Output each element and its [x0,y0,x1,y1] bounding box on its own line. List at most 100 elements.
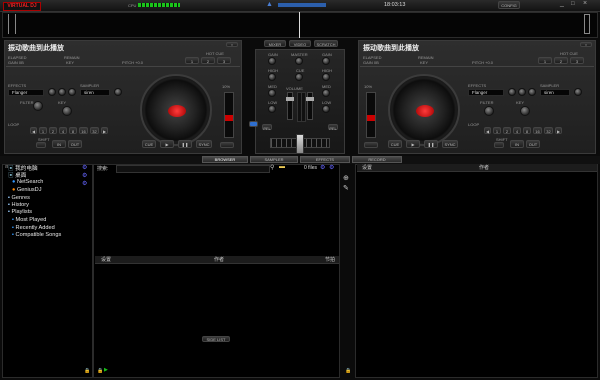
tree-item-geniusdj[interactable]: ● GeniusDJ [12,187,42,193]
side-list-button[interactable]: SIDE LIST [202,336,230,342]
deck-right-pitch-fader[interactable] [366,92,376,138]
deck-right-pitch-reset[interactable] [364,142,378,148]
status-lock-icon[interactable]: 🔒 [97,368,103,374]
tree-item-history[interactable]: ▪ History [8,202,29,208]
deck-left-sync-button[interactable]: SYNC [196,140,212,148]
deck-right-loop-out-button[interactable]: OUT [526,140,540,148]
deck-right-filter-knob[interactable] [484,106,494,116]
tree-favorite-icon[interactable]: ⚙ [82,180,87,187]
deck-right-effect-knob-3[interactable] [528,88,536,96]
deck-right-loop-8[interactable]: 8 [523,127,531,134]
mixer-med-right-knob[interactable] [322,89,330,97]
tab-browser[interactable]: BROWSER [202,156,248,163]
home-icon[interactable]: ▲ [266,1,273,8]
deck-right-loop-4[interactable]: 4 [513,127,521,134]
column-header-artist[interactable]: 作者 [214,256,224,263]
deck-left-hotcue-1[interactable]: 1 [185,57,199,64]
tree-item-most-played[interactable]: ▪ Most Played [12,217,46,223]
search-options-icon[interactable]: ⚲ [270,164,274,171]
deck-left-loop-16[interactable]: 16 [79,127,88,134]
deck-right-shift-button[interactable] [494,142,504,148]
tree-item-desktop[interactable]: ▣ 桌面 [8,171,26,179]
mixer-gain-right-knob[interactable] [322,57,330,65]
tree-item-genres[interactable]: ▪ Genres [8,195,30,201]
close-button[interactable]: × [583,0,587,7]
deck-right-loop-32[interactable]: 32 [544,127,553,134]
mixer-high-left-knob[interactable] [268,73,276,81]
deck-right-loop-2[interactable]: 2 [503,127,511,134]
deck-left-shift-button[interactable] [36,142,46,148]
deck-right-hotcue-2[interactable]: 2 [554,57,568,64]
deck-right-loop-next[interactable]: ▶ [555,127,562,134]
deck-right-sync-button[interactable]: SYNC [442,140,458,148]
deck-right-sampler-knob[interactable] [574,88,582,96]
deck-right-loop-16[interactable]: 16 [533,127,542,134]
file-list-option-1-icon[interactable]: ⚙ [320,164,325,171]
sidelist-column-title[interactable]: 设置 [362,164,372,171]
tree-lock-icon[interactable]: 🔒 [84,368,90,374]
deck-right-hotcue-3[interactable]: 3 [570,57,584,64]
deck-right-loop-in-button[interactable]: IN [510,140,524,148]
tab-scratch[interactable]: SCRATCH [314,40,338,47]
deck-left-jog-wheel[interactable] [140,74,212,146]
folder-icon[interactable]: ▬ [279,164,285,170]
tab-sampler[interactable]: SAMPLER [250,156,298,163]
mixer-high-right-knob[interactable] [322,73,330,81]
tab-mixer[interactable]: MIXER [264,40,286,47]
tab-video[interactable]: VIDEO [289,40,311,47]
mixer-cue-knob[interactable] [295,73,303,81]
deck-left-play-button[interactable]: ▶ [160,140,174,148]
column-header-title[interactable]: 设置 [101,256,111,263]
deck-left-hotcue-2[interactable]: 2 [201,57,215,64]
mixer-med-left-knob[interactable] [268,89,276,97]
deck-left-menu-button[interactable]: ○ [226,42,238,47]
mixer-gain-left-knob[interactable] [268,57,276,65]
deck-right-effect-knob-1[interactable] [508,88,516,96]
file-list-option-2-icon[interactable]: ⚙ [329,164,334,171]
mixer-volume-right-fader[interactable] [306,92,314,120]
deck-right-loop-1[interactable]: 1 [493,127,501,134]
deck-right-sampler-select[interactable]: siren [540,89,570,96]
deck-left-loop-in-button[interactable]: IN [52,140,66,148]
mixer-blue-left-button[interactable] [249,121,258,127]
deck-left-pause-button[interactable]: ❚❚ [178,140,192,148]
mixer-pfl-left[interactable]: PFL [262,124,272,131]
deck-right-menu-button[interactable]: ○ [580,42,592,47]
mixer-master-knob[interactable] [295,57,303,65]
deck-right-play-button[interactable]: ▶ [406,140,420,148]
mixer-low-left-knob[interactable] [268,105,276,113]
deck-left-effect-select[interactable]: Flanger [8,89,44,96]
deck-left-cue-button[interactable]: CUE [142,140,156,148]
deck-right-cue-button[interactable]: CUE [388,140,402,148]
tree-item-compatible-songs[interactable]: ▪ Compatible Songs [12,232,61,238]
deck-left-loop-8[interactable]: 8 [69,127,77,134]
tab-effects[interactable]: EFFECTS [300,156,350,163]
mixer-volume-left-fader[interactable] [286,92,294,120]
deck-right-effect-select[interactable]: Flanger [468,89,504,96]
deck-left-pitch-fader[interactable] [224,92,234,138]
waveform-display[interactable] [2,12,598,38]
deck-left-effect-knob-2[interactable] [58,88,66,96]
tree-item-recently-added[interactable]: ▪ Recently Added [12,225,55,231]
deck-left-sampler-knob[interactable] [114,88,122,96]
sidelist-column-artist[interactable]: 作者 [479,164,489,171]
deck-left-loop-2[interactable]: 2 [49,127,57,134]
deck-right-hotcue-1[interactable]: 1 [538,57,552,64]
sidelist-add-icon[interactable]: ⊕ [343,174,349,182]
deck-left-hotcue-3[interactable]: 3 [217,57,231,64]
column-header-bpm[interactable]: 节拍 [325,256,335,263]
side-list[interactable] [355,164,598,378]
sidelist-edit-icon[interactable]: ✎ [343,184,349,192]
crossfader-knob[interactable] [296,134,304,154]
deck-left-loop-32[interactable]: 32 [90,127,99,134]
deck-right-key-knob[interactable] [520,106,530,116]
deck-right-jog-wheel[interactable] [388,74,460,146]
deck-left-effect-knob-1[interactable] [48,88,56,96]
deck-left-effect-knob-3[interactable] [68,88,76,96]
mixer-low-right-knob[interactable] [322,105,330,113]
file-list[interactable] [93,164,340,378]
config-button[interactable]: CONFIG [498,1,520,9]
mixer-pfl-right[interactable]: PFL [328,124,338,131]
search-input[interactable] [116,165,270,173]
tree-add-playlist-icon[interactable]: ⚙ [82,172,87,179]
